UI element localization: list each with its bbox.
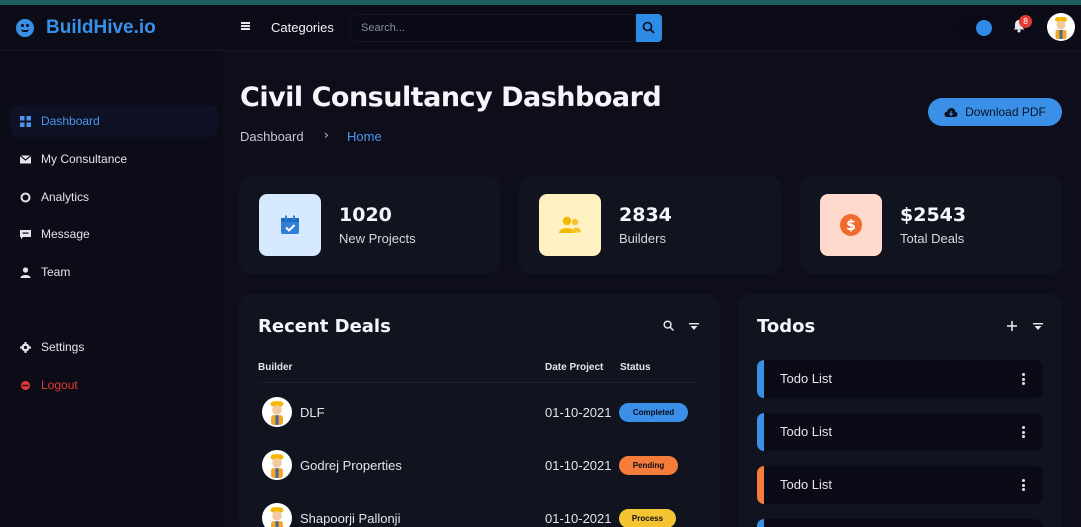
stat-value: 2834 [619,204,672,226]
avatar [262,503,292,527]
notification-badge: 8 [1019,15,1032,28]
stat-label: Builders [619,231,666,246]
recent-deals-panel: Recent Deals Builder Date Project Status… [239,294,720,527]
sidebar-item-label: Team [41,265,71,279]
status-badge: Pending [619,456,678,475]
smiley-logo-icon [16,19,34,37]
dollar-coin-icon: $ [820,194,882,256]
calendar-icon [259,194,321,256]
header-divider [257,382,700,383]
plus-icon[interactable] [1007,321,1017,331]
status-badge: Process [619,509,676,527]
breadcrumb-dashboard[interactable]: Dashboard [240,129,304,144]
todo-text: Todo List [780,477,833,492]
grid-icon [20,115,31,127]
menu-icon[interactable] [241,22,250,30]
search-icon[interactable] [663,320,674,331]
avatar [262,397,292,427]
sidebar-item-label: Message [41,227,90,241]
user-icon [20,266,31,278]
page-title: Civil Consultancy Dashboard [240,82,662,113]
builder-name: DLF [300,405,325,420]
recent-deals-title: Recent Deals [258,316,391,337]
stat-value: 1020 [339,204,392,226]
filter-icon[interactable] [689,323,699,330]
search-input[interactable]: Search... [350,14,636,42]
users-icon [539,194,601,256]
project-date: 01-10-2021 [545,511,612,526]
brand-name: BuildHive.io [46,17,156,38]
top-bar: BuildHive.io Categories Search... 8 [0,5,1081,51]
builder-avatar-icon [270,507,284,527]
todo-text: Todo List [780,371,833,386]
sidebar-item-label: Analytics [41,190,90,204]
project-date: 01-10-2021 [545,405,612,420]
table-row[interactable]: DLF 01-10-2021 Completed [239,395,719,435]
stat-card-total-deals: $ $2543 Total Deals [800,176,1062,274]
sidebar-item-team[interactable]: Team [10,256,218,288]
stat-label: Total Deals [900,231,965,246]
breadcrumb-home[interactable]: Home [347,129,382,144]
table-row[interactable]: Godrej Properties 01-10-2021 Pending [239,448,719,488]
builder-avatar-icon [1055,17,1067,39]
column-header-status[interactable]: Status [620,362,651,373]
todo-item[interactable]: Todo List [757,466,1043,504]
todos-panel: Todos Todo List Todo List Todo List [738,294,1062,527]
gear-icon [20,341,31,353]
sidebar-item-label: Dashboard [41,114,100,128]
column-header-builder[interactable]: Builder [258,362,292,373]
todo-item[interactable]: Todo List [757,413,1043,451]
chat-icon [20,229,31,239]
theme-toggle[interactable] [955,18,993,38]
builder-name: Shapoorji Pallonji [300,511,401,526]
sidebar-item-dashboard[interactable]: Dashboard [10,105,218,137]
builder-name: Godrej Properties [300,458,402,473]
sidebar-item-label: Settings [41,340,85,354]
todo-color-bar [757,413,764,451]
logout-icon [21,380,30,390]
brand[interactable]: BuildHive.io [16,17,156,39]
user-avatar[interactable] [1047,13,1075,41]
search-button[interactable] [636,14,662,42]
sidebar-item-message[interactable]: Message [10,218,218,250]
todo-item[interactable] [757,519,1043,527]
status-badge: Completed [619,403,688,422]
builder-avatar-icon [270,401,284,425]
todo-item[interactable]: Todo List [757,360,1043,398]
todo-color-bar [757,466,764,504]
stat-card-builders: 2834 Builders [519,176,781,274]
more-options-icon[interactable] [1022,373,1025,385]
more-options-icon[interactable] [1022,426,1025,438]
todo-color-bar [757,519,764,527]
project-date: 01-10-2021 [545,458,612,473]
more-options-icon[interactable] [1022,479,1025,491]
column-header-date[interactable]: Date Project [545,362,603,373]
mail-icon [20,154,31,163]
cloud-download-icon [944,107,958,117]
chevron-right-icon: › [324,128,329,142]
todo-text: Todo List [780,424,833,439]
stat-value: $2543 [900,204,967,226]
circle-icon [20,192,31,202]
table-row[interactable]: Shapoorji Pallonji 01-10-2021 Process [239,501,719,527]
sidebar-item-settings[interactable]: Settings [10,331,218,363]
stat-label: New Projects [339,231,416,246]
svg-text:$: $ [846,218,856,234]
avatar [262,450,292,480]
sidebar-item-label: Logout [41,378,78,392]
todo-color-bar [757,360,764,398]
filter-icon[interactable] [1033,323,1043,330]
sidebar-item-analytics[interactable]: Analytics [10,181,218,213]
stat-card-new-projects: 1020 New Projects [239,176,500,274]
categories-menu[interactable]: Categories [271,20,334,35]
download-pdf-label: Download PDF [965,105,1046,119]
sidebar-item-my-consultance[interactable]: My Consultance [10,143,218,175]
sidebar-item-label: My Consultance [41,152,128,166]
search-icon [642,21,655,34]
todos-title: Todos [757,316,816,337]
sidebar-item-logout[interactable]: Logout [10,369,218,401]
download-pdf-button[interactable]: Download PDF [928,98,1062,126]
builder-avatar-icon [270,454,284,478]
